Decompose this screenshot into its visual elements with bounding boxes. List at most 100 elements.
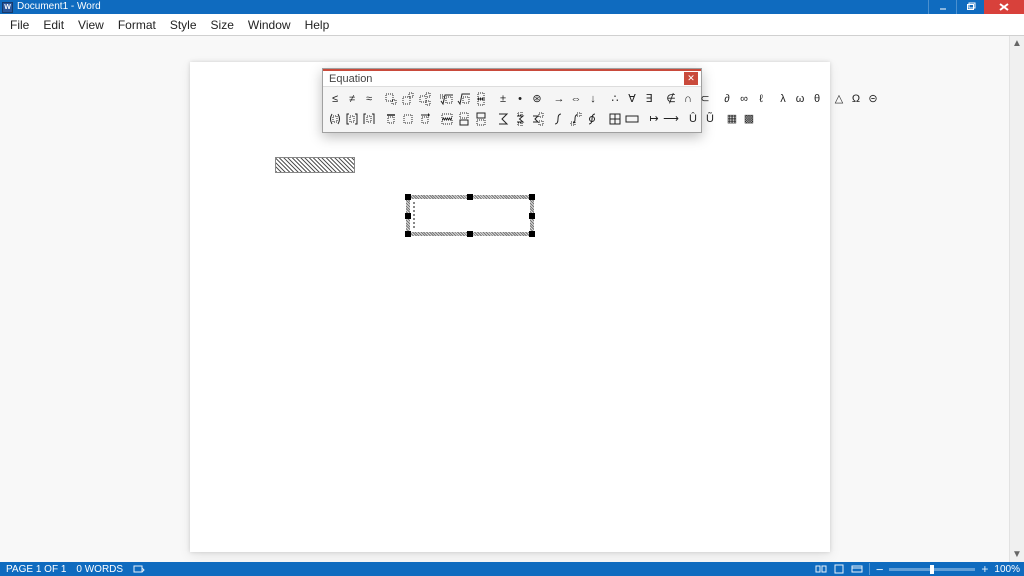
eq-longright-button[interactable]: ⟶ (663, 110, 679, 128)
eq-ell-button[interactable]: ℓ (753, 90, 769, 108)
eq-vec-button[interactable] (417, 110, 433, 128)
resize-handle[interactable] (405, 194, 411, 200)
eq-Omega-button[interactable]: Ω (848, 90, 864, 108)
eq-sumlimits-button[interactable] (512, 110, 528, 128)
menu-style[interactable]: Style (164, 16, 203, 34)
eq-partial-button[interactable]: ∂ (719, 90, 735, 108)
weblayout-icon[interactable] (851, 564, 863, 574)
eq-int-button[interactable] (551, 110, 567, 128)
eq-therefore-icon: ∴ (612, 94, 619, 105)
eq-paren-button[interactable] (327, 110, 343, 128)
eq-sumsubsup-button[interactable] (529, 110, 545, 128)
eq-infty-button[interactable]: ∞ (736, 90, 752, 108)
eq-rightarrow-button[interactable]: → (551, 90, 567, 108)
equation-toolbar-row-1: ≤≠≈±•⊛→⇔↓∴∀∃∉∩⊂∂∞ℓλωθ△Ω⊝ (326, 89, 698, 109)
eq-rightarrow-icon: → (554, 94, 565, 105)
eq-fracbox-button[interactable] (439, 110, 455, 128)
equation-anchor-icon (413, 202, 415, 228)
zoom-slider-knob[interactable] (930, 565, 934, 574)
eq-triangle-button[interactable]: △ (831, 90, 847, 108)
menu-size[interactable]: Size (205, 16, 240, 34)
zoom-out-button[interactable]: − (876, 562, 884, 576)
eq-box-button[interactable] (400, 110, 416, 128)
menu-edit[interactable]: Edit (37, 16, 70, 34)
eq-dblarrow-button[interactable]: ⇔ (568, 90, 584, 108)
eq-subsup-button[interactable] (417, 90, 433, 108)
eq-notin-button[interactable]: ∉ (663, 90, 679, 108)
scroll-up-icon[interactable]: ▲ (1010, 36, 1024, 51)
status-page[interactable]: PAGE 1 OF 1 (6, 564, 66, 575)
menubar: File Edit View Format Style Size Window … (0, 14, 1024, 36)
zoom-level[interactable]: 100% (994, 564, 1020, 575)
menu-window[interactable]: Window (242, 16, 297, 34)
eq-cdot-button[interactable]: • (512, 90, 528, 108)
eq-boxunder-button[interactable] (473, 110, 489, 128)
eq-grid-button[interactable]: ▩ (741, 110, 757, 128)
eq-circledtimes-button[interactable]: ⊛ (529, 90, 545, 108)
menu-format[interactable]: Format (112, 16, 162, 34)
eq-subset-button[interactable]: ⊂ (697, 90, 713, 108)
close-button[interactable] (984, 0, 1024, 14)
equation-toolbar[interactable]: Equation ✕ ≤≠≈±•⊛→⇔↓∴∀∃∉∩⊂∂∞ℓλωθ△Ω⊝ ↦⟶ÛŨ… (322, 68, 702, 133)
eq-approx-button[interactable]: ≈ (361, 90, 377, 108)
zoom-in-button[interactable]: + (981, 562, 988, 576)
eq-omega-icon: ω (796, 94, 805, 105)
eq-hash-button[interactable]: ▦ (724, 110, 740, 128)
eq-downcirc-button[interactable]: Ũ (702, 110, 718, 128)
readmode-icon[interactable] (815, 564, 827, 574)
equation-toolbar-titlebar[interactable]: Equation ✕ (323, 69, 701, 86)
eq-nthroot-button[interactable] (439, 90, 455, 108)
eq-ceil-button[interactable] (361, 110, 377, 128)
minimize-button[interactable] (928, 0, 956, 14)
vertical-scrollbar[interactable]: ▲ ▼ (1009, 36, 1024, 562)
eq-leq-button[interactable]: ≤ (327, 90, 343, 108)
eq-circledminus-button[interactable]: ⊝ (865, 90, 881, 108)
eq-lambda-button[interactable]: λ (775, 90, 791, 108)
eq-plusminus-button[interactable]: ± (495, 90, 511, 108)
resize-handle[interactable] (405, 231, 411, 237)
menu-view[interactable]: View (72, 16, 110, 34)
eq-bar-button[interactable] (383, 110, 399, 128)
eq-sub-button[interactable] (383, 90, 399, 108)
equation-toolbar-close[interactable]: ✕ (684, 72, 698, 85)
eq-therefore-button[interactable]: ∴ (607, 90, 623, 108)
eq-sqrt-button[interactable] (456, 90, 472, 108)
eq-wideframe-button[interactable] (624, 110, 640, 128)
eq-bracket-button[interactable] (344, 110, 360, 128)
document-page[interactable] (190, 62, 830, 552)
maximize-button[interactable] (956, 0, 984, 14)
menu-file[interactable]: File (4, 16, 35, 34)
image-placeholder[interactable] (275, 157, 355, 173)
eq-theta-button[interactable]: θ (809, 90, 825, 108)
scroll-down-icon[interactable]: ▼ (1010, 547, 1024, 562)
printlayout-icon[interactable] (833, 564, 845, 574)
eq-matrix1-button[interactable] (607, 110, 623, 128)
resize-handle[interactable] (467, 231, 473, 237)
eq-forall-button[interactable]: ∀ (624, 90, 640, 108)
eq-frac-button[interactable] (473, 90, 489, 108)
resize-handle[interactable] (529, 231, 535, 237)
eq-omega-button[interactable]: ω (792, 90, 808, 108)
eq-neq-button[interactable]: ≠ (344, 90, 360, 108)
eq-mapsto-button[interactable]: ↦ (646, 110, 662, 128)
resize-handle[interactable] (529, 213, 535, 219)
spellcheck-icon[interactable] (133, 564, 145, 574)
menu-help[interactable]: Help (299, 16, 336, 34)
status-words[interactable]: 0 WORDS (76, 564, 123, 575)
resize-handle[interactable] (405, 213, 411, 219)
equation-object-selected[interactable] (406, 195, 534, 236)
resize-handle[interactable] (529, 194, 535, 200)
eq-sup-button[interactable] (400, 90, 416, 108)
eq-sum-button[interactable] (495, 110, 511, 128)
eq-exists-button[interactable]: ∃ (641, 90, 657, 108)
eq-cap-button[interactable]: ∩ (680, 90, 696, 108)
resize-handle[interactable] (467, 194, 473, 200)
eq-oint-button[interactable] (585, 110, 601, 128)
eq-downarrow-button[interactable]: ↓ (585, 90, 601, 108)
eq-Omega-icon: Ω (852, 94, 860, 105)
scroll-track[interactable] (1010, 51, 1024, 547)
eq-intlimits-button[interactable] (568, 110, 584, 128)
zoom-slider[interactable] (889, 568, 975, 571)
eq-boxover-button[interactable] (456, 110, 472, 128)
eq-upcirc-button[interactable]: Û (685, 110, 701, 128)
